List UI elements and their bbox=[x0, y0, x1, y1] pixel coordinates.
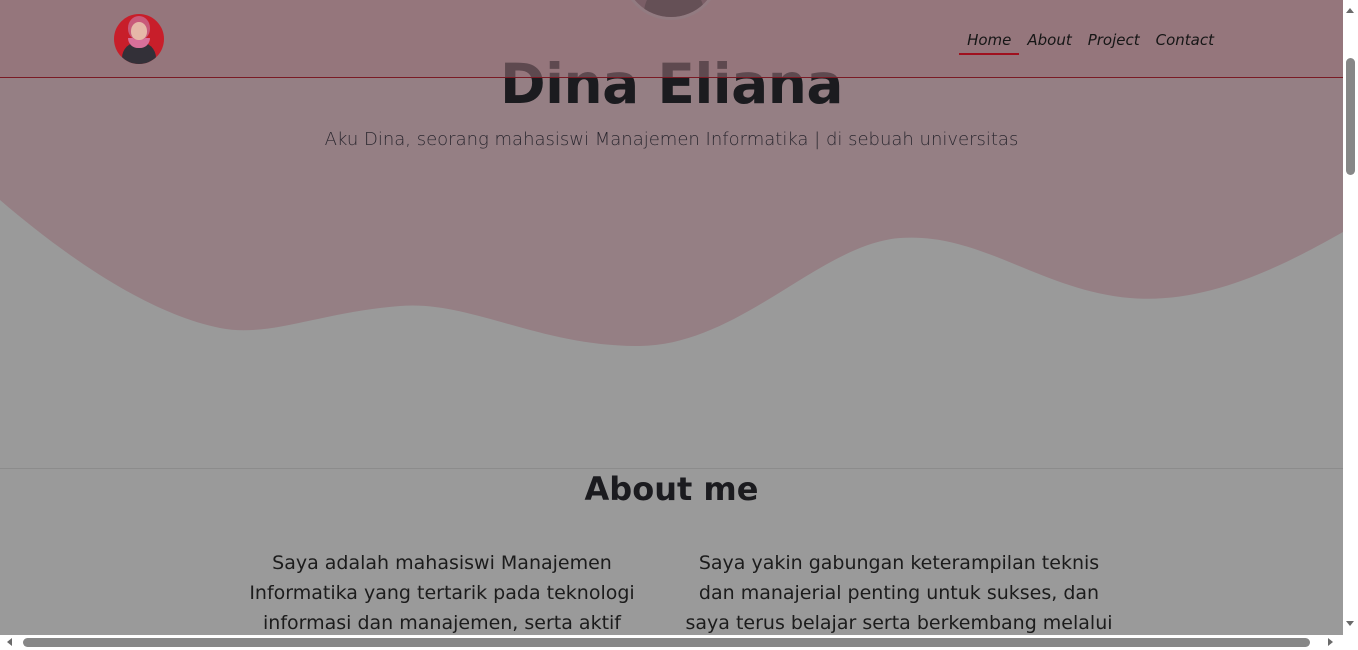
avatar-logo-icon[interactable] bbox=[114, 14, 164, 64]
about-text-left: Saya adalah mahasiswi Manajemen Informat… bbox=[249, 552, 635, 634]
nav-link-home[interactable]: Home bbox=[959, 31, 1020, 55]
about-title: About me bbox=[584, 470, 759, 508]
horizontal-scroll-thumb[interactable] bbox=[23, 638, 1310, 647]
vertical-scrollbar[interactable] bbox=[1343, 0, 1358, 635]
vertical-scroll-thumb[interactable] bbox=[1346, 58, 1355, 175]
page-viewport: Dina Eliana Aku Dina, seorang mahasiswi … bbox=[0, 0, 1343, 635]
scroll-up-arrow-icon[interactable] bbox=[1346, 8, 1354, 13]
scroll-right-arrow-icon[interactable] bbox=[1328, 638, 1333, 646]
nav-links: Home About Project Contact bbox=[959, 31, 1222, 55]
navbar: Home About Project Contact bbox=[0, 0, 1343, 78]
hero-subtitle: Aku Dina, seorang mahasiswi Manajemen In… bbox=[324, 129, 1019, 150]
nav-link-about[interactable]: About bbox=[1019, 31, 1079, 55]
section-divider bbox=[0, 468, 1343, 469]
scroll-down-arrow-icon[interactable] bbox=[1346, 621, 1354, 626]
horizontal-scrollbar[interactable] bbox=[0, 635, 1358, 650]
nav-link-contact[interactable]: Contact bbox=[1148, 31, 1222, 55]
scroll-left-arrow-icon[interactable] bbox=[7, 638, 12, 646]
logo-figure-head bbox=[131, 22, 147, 40]
nav-link-project[interactable]: Project bbox=[1080, 31, 1148, 55]
about-text-right: Saya yakin gabungan keterampilan teknis … bbox=[685, 552, 1113, 634]
